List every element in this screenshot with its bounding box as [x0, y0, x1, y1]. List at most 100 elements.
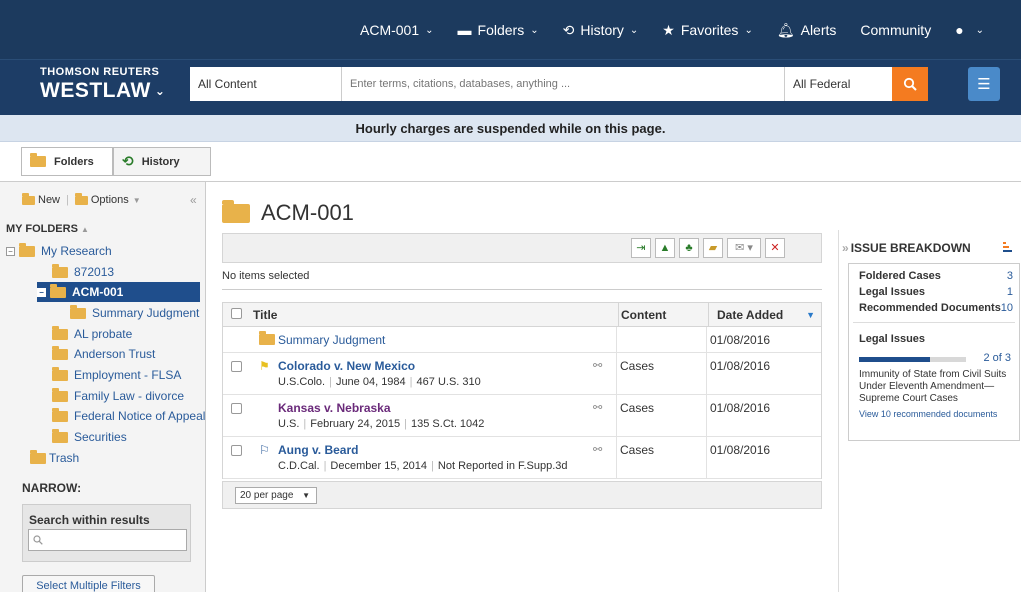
tab-folders[interactable]: Folders — [21, 147, 113, 176]
sort-desc-icon[interactable]: ▼ — [806, 303, 815, 327]
select-multiple-filters-button[interactable]: Select Multiple Filters — [22, 575, 155, 592]
westlaw-logo[interactable]: THOMSON REUTERS WESTLAW ⌄ — [40, 66, 165, 103]
row-content: Cases — [620, 401, 655, 415]
share-icon[interactable]: ♣ — [679, 238, 699, 258]
content-select[interactable]: All Content — [190, 67, 342, 101]
move-icon[interactable]: ⇥ — [631, 238, 651, 258]
row-title[interactable]: Colorado v. New Mexico — [278, 359, 415, 373]
user-menu[interactable]: ● ⌄ — [955, 22, 984, 38]
jurisdiction-select[interactable]: All Federal — [784, 67, 892, 101]
issue-description[interactable]: Immunity of State from Civil Suits Under… — [859, 369, 1014, 405]
star-icon: ★ — [662, 21, 675, 38]
row-checkbox[interactable] — [231, 403, 242, 414]
client-id-menu[interactable]: ACM-001 ⌄ — [360, 22, 434, 38]
folder-icon — [70, 304, 86, 319]
glasses-icon[interactable]: ⚯ — [593, 401, 602, 414]
results-toolbar: ⇥ ▲ ♣ ▰ ✉ ▾ ✕ — [222, 233, 822, 263]
collapse-icon[interactable]: − — [6, 246, 15, 256]
folder-employment-flsa[interactable]: Employment - FLSA — [52, 365, 181, 385]
row-title[interactable]: Aung v. Beard — [278, 443, 358, 457]
table-row[interactable]: Kansas v. Nebraska U.S. | February 24, 201… — [223, 395, 821, 437]
folder-my-research[interactable]: − My Research — [6, 241, 112, 261]
row-date: 01/08/2016 — [710, 333, 771, 347]
pager-bar: 20 per page ▼ — [222, 481, 822, 509]
collapse-sidebar-icon[interactable]: « — [190, 193, 197, 207]
search-button[interactable] — [892, 67, 928, 101]
folder-summary-judgment[interactable]: Summary Judgment — [70, 303, 199, 323]
folder-anderson-trust[interactable]: Anderson Trust — [52, 344, 155, 364]
folder-icon — [52, 387, 68, 402]
folder-icon: ▬ — [457, 22, 472, 38]
row-citation: U.S. | February 24, 2015 | 135 S.Ct. 1042 — [278, 418, 485, 430]
folder-acm-001[interactable]: − ACM-001 — [37, 282, 200, 302]
search-icon — [33, 535, 43, 545]
search-input[interactable] — [342, 67, 784, 101]
folder-securities[interactable]: Securities — [52, 427, 127, 447]
favorites-menu[interactable]: ★ Favorites ⌄ — [662, 22, 753, 39]
folder-trash[interactable]: Trash — [30, 448, 79, 468]
glasses-icon[interactable]: ⚯ — [593, 443, 602, 456]
history-menu[interactable]: ⟲ History ⌄ — [563, 22, 639, 39]
folder-family-law[interactable]: Family Law - divorce — [52, 386, 184, 406]
issue-breakdown-panel: Foldered Cases 3 Legal Issues 1 Recommende… — [848, 263, 1020, 441]
user-icon: ● — [955, 22, 964, 38]
row-checkbox[interactable] — [231, 361, 242, 372]
divider — [838, 230, 839, 592]
folders-label: Folders — [477, 22, 525, 38]
row-checkbox[interactable] — [231, 445, 242, 456]
divider: | — [66, 194, 69, 206]
glasses-icon[interactable]: ⚯ — [593, 359, 602, 372]
tab-history[interactable]: ⟲ History — [113, 147, 211, 176]
tab-history-label: History — [141, 155, 180, 168]
table-row[interactable]: Summary Judgment 01/08/2016 — [223, 327, 821, 353]
column-title[interactable]: Title — [253, 308, 618, 322]
folder-icon — [50, 283, 66, 298]
research-menu-button[interactable]: ☰ — [968, 67, 1000, 101]
email-icon[interactable]: ✉ ▾ — [727, 238, 761, 258]
view-recommended-link[interactable]: View 10 recommended documents — [859, 409, 997, 419]
search-within-input[interactable] — [28, 529, 187, 551]
select-all-checkbox[interactable] — [231, 307, 242, 319]
chevron-down-icon: ⌄ — [425, 24, 434, 36]
caret-down-icon: ▼ — [302, 491, 311, 500]
new-folder-button[interactable]: New — [38, 194, 60, 206]
folder-872013[interactable]: 872013 — [52, 262, 114, 282]
row-title[interactable]: Summary Judgment — [278, 333, 385, 347]
row-title[interactable]: Kansas v. Nebraska — [278, 401, 391, 415]
favorites-label: Favorites — [680, 22, 739, 38]
folder-federal-notice[interactable]: Federal Notice of Appeal — [52, 406, 205, 426]
chevron-down-icon: ⌄ — [154, 84, 166, 99]
results-table: Title Content Date Added ▼ Summary Judgme… — [222, 302, 822, 479]
options-button[interactable]: Options — [91, 194, 129, 206]
community-link[interactable]: Community — [860, 22, 931, 38]
selection-status: No items selected — [222, 270, 310, 282]
sidebar-tools: New | Options ▼ « — [22, 192, 197, 207]
alerts-link[interactable]: 🔔︎ Alerts — [777, 22, 837, 39]
folder-icon — [52, 263, 68, 278]
bar-chart-icon[interactable] — [1001, 240, 1015, 254]
folder-icon — [52, 345, 68, 360]
column-content[interactable]: Content — [618, 302, 708, 327]
flag-icon: ⚐ — [259, 443, 270, 457]
row-date: 01/08/2016 — [710, 443, 771, 457]
table-row[interactable]: ⚐ Aung v. Beard C.D.Cal. | December 15, 20… — [223, 437, 821, 479]
community-label: Community — [860, 22, 932, 38]
bell-icon: 🔔︎ — [776, 21, 795, 38]
foldered-cases-row[interactable]: Foldered Cases 3 — [859, 270, 1013, 282]
collapse-icon[interactable]: − — [37, 287, 46, 297]
delete-icon[interactable]: ✕ — [765, 238, 785, 258]
recommended-docs-row[interactable]: Recommended Documents 10 — [859, 302, 1013, 314]
folder-move-icon[interactable]: ▰ — [703, 238, 723, 258]
legal-issues-heading: Legal Issues — [859, 333, 926, 345]
issue-breakdown-title[interactable]: » ISSUE BREAKDOWN — [842, 241, 971, 255]
column-date[interactable]: Date Added ▼ — [708, 302, 821, 327]
tab-folders-label: Folders — [54, 155, 94, 168]
narrow-heading: NARROW: — [22, 481, 82, 495]
folder-al-probate[interactable]: AL probate — [52, 324, 132, 344]
upload-icon[interactable]: ▲ — [655, 238, 675, 258]
per-page-select[interactable]: 20 per page ▼ — [235, 487, 317, 504]
legal-issues-row[interactable]: Legal Issues 1 — [859, 286, 1013, 298]
table-row[interactable]: ⚑ Colorado v. New Mexico U.S.Colo. | June … — [223, 353, 821, 395]
folder-icon — [222, 199, 250, 223]
folders-menu[interactable]: ▬ Folders ⌄ — [458, 22, 539, 38]
